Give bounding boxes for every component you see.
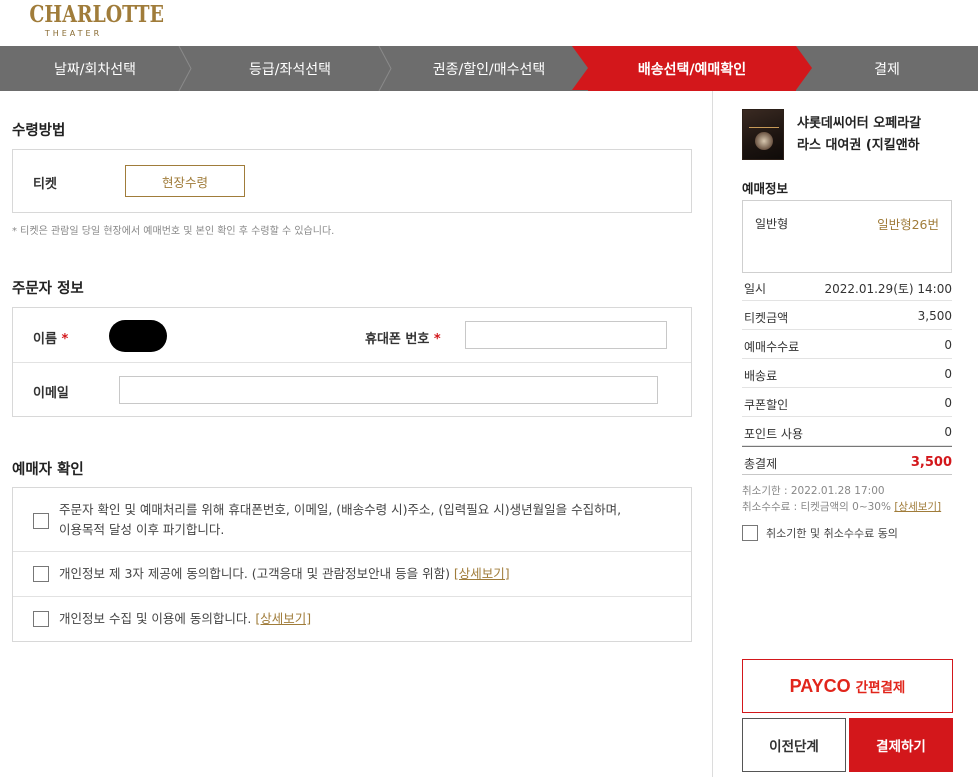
divider bbox=[13, 362, 691, 363]
step-seat[interactable]: 등급/좌석선택 bbox=[190, 46, 392, 91]
pay-button[interactable]: 결제하기 bbox=[849, 718, 953, 772]
step-delivery-confirm[interactable]: 배송선택/예매확인 bbox=[572, 46, 812, 91]
consent-text-collect: 주문자 확인 및 예매처리를 위해 휴대폰번호, 이메일, (배송수령 시)주소… bbox=[59, 502, 622, 537]
step-separator-icon bbox=[178, 46, 192, 91]
poster-emblem bbox=[755, 132, 773, 150]
consent-checkbox-collect[interactable] bbox=[33, 513, 49, 529]
divider bbox=[13, 596, 691, 597]
delivery-box: 티켓 현장수령 bbox=[12, 149, 692, 213]
cancel-policy: 취소기한 : 2022.01.28 17:00 취소수수료 : 티켓금액의 0~… bbox=[742, 485, 942, 513]
row-coupon-discount: 쿠폰할인 0 bbox=[742, 388, 952, 417]
email-input[interactable] bbox=[119, 376, 658, 404]
detail-link[interactable]: [상세보기] bbox=[454, 566, 510, 581]
logo-sub-text: THEATER bbox=[44, 29, 103, 38]
price-rows: 일시 2022.01.29(토) 14:00 티켓금액 3,500 예매수수료 0 배… bbox=[742, 272, 952, 475]
orderer-box: 이름 * 휴대폰 번호 * 이메일 bbox=[12, 307, 692, 417]
row-point-usage: 포인트 사용 0 bbox=[742, 417, 952, 446]
step-separator-icon bbox=[378, 46, 392, 91]
show-poster-image bbox=[742, 109, 784, 160]
seat-grade-label: 일반형 bbox=[755, 217, 789, 231]
seat-number-value: 일반형26번 bbox=[877, 217, 939, 232]
consent-checkbox-privacy[interactable] bbox=[33, 611, 49, 627]
delivery-section-title: 수령방법 bbox=[12, 123, 66, 139]
step-label: 권종/할인/매수선택 bbox=[432, 61, 546, 78]
step-label: 날짜/회차선택 bbox=[54, 61, 136, 78]
logo-main-text: CHARLOTTE bbox=[29, 1, 164, 28]
row-delivery-fee: 배송료 0 bbox=[742, 359, 952, 388]
redacted-name bbox=[109, 320, 167, 352]
row-booking-fee: 예매수수료 0 bbox=[742, 330, 952, 359]
onsite-pickup-button[interactable]: 현장수령 bbox=[125, 165, 245, 197]
cancel-agree-label: 취소기한 및 취소수수료 동의 bbox=[766, 527, 898, 540]
orderer-section-title: 주문자 정보 bbox=[12, 281, 84, 297]
consent-text-privacy: 개인정보 수집 및 이용에 동의합니다. [상세보기] bbox=[59, 611, 312, 626]
step-label: 등급/좌석선택 bbox=[249, 61, 331, 78]
previous-step-button[interactable]: 이전단계 bbox=[742, 718, 846, 772]
payco-logo: PAYCO bbox=[789, 675, 851, 696]
phone-label: 휴대폰 번호 * bbox=[365, 332, 441, 347]
seat-info-box: 일반형 일반형26번 bbox=[742, 200, 952, 273]
step-date[interactable]: 날짜/회차선택 bbox=[0, 46, 192, 91]
confirm-section-title: 예매자 확인 bbox=[12, 462, 84, 478]
step-label: 결제 bbox=[874, 61, 900, 78]
payco-pay-button[interactable]: PAYCO 간편결제 bbox=[742, 659, 953, 713]
consent-box: 주문자 확인 및 예매처리를 위해 휴대폰번호, 이메일, (배송수령 시)주소… bbox=[12, 487, 692, 642]
cancel-detail-link[interactable]: [상세보기] bbox=[894, 501, 941, 513]
detail-link[interactable]: [상세보기] bbox=[255, 611, 311, 626]
step-label: 배송선택/예매확인 bbox=[637, 61, 747, 78]
row-ticket-price: 티켓금액 3,500 bbox=[742, 301, 952, 330]
booking-info-title: 예매정보 bbox=[742, 181, 789, 196]
consent-text-third-party: 개인정보 제 3자 제공에 동의합니다. (고객응대 및 관람정보안내 등을 위… bbox=[59, 566, 510, 581]
pickup-note: * 티켓은 관람일 당일 현장에서 예매번호 및 본인 확인 후 수령할 수 있… bbox=[12, 226, 335, 237]
payco-label: 간편결제 bbox=[855, 680, 906, 696]
phone-input[interactable] bbox=[465, 321, 667, 349]
step-ticket-type[interactable]: 권종/할인/매수선택 bbox=[390, 46, 588, 91]
booking-steps: 날짜/회차선택 등급/좌석선택 권종/할인/매수선택 배송선택/예매확인 결제 bbox=[0, 46, 978, 91]
order-summary-panel: 샤롯데씨어터 오페라갈 라스 대여권 (지킬앤하 예매정보 일반형 일반형26번… bbox=[712, 91, 978, 777]
theater-logo[interactable]: CHARLOTTE THEATER bbox=[20, 0, 164, 44]
divider bbox=[13, 551, 691, 552]
ticket-label: 티켓 bbox=[33, 177, 57, 192]
row-datetime: 일시 2022.01.29(토) 14:00 bbox=[742, 272, 952, 301]
step-payment[interactable]: 결제 bbox=[796, 46, 978, 91]
email-label: 이메일 bbox=[33, 386, 69, 401]
consent-checkbox-third-party[interactable] bbox=[33, 566, 49, 582]
total-amount: 3,500 bbox=[910, 455, 952, 470]
cancel-agree-checkbox[interactable] bbox=[742, 525, 758, 541]
name-label: 이름 * bbox=[33, 332, 69, 347]
show-title: 샤롯데씨어터 오페라갈 라스 대여권 (지킬앤하 bbox=[797, 116, 922, 153]
poster-title-stroke bbox=[749, 118, 779, 128]
row-total: 총결제 3,500 bbox=[742, 446, 952, 475]
